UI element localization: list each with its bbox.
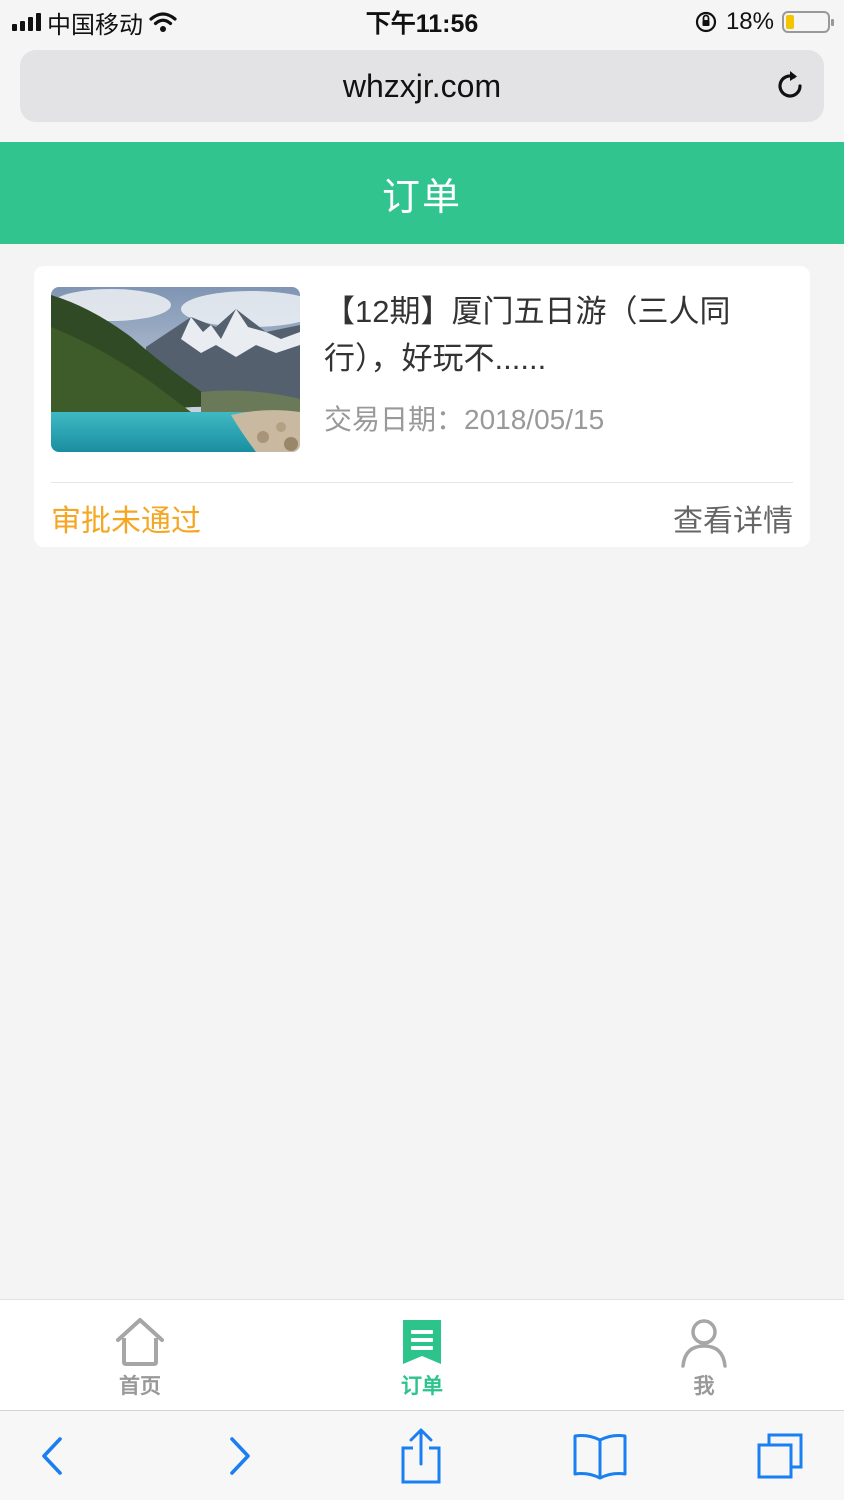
order-date: 交易日期：2018/05/15 — [324, 404, 605, 435]
browser-chrome: 中国移动 下午11:56 18% whzxjr.com — [0, 0, 844, 142]
bookmarks-icon — [573, 1434, 627, 1480]
tab-home[interactable]: 首页 — [40, 1300, 240, 1411]
back-icon — [42, 1437, 62, 1475]
tab-me-label: 我 — [693, 1375, 715, 1398]
page-title: 订单 — [381, 176, 462, 219]
view-details-link[interactable]: 查看详情 — [673, 496, 793, 540]
tabs-button[interactable] — [735, 1411, 825, 1500]
user-icon — [681, 1319, 727, 1368]
order-title[interactable]: 【12期】厦门五日游（三人同行），好玩不...... — [324, 288, 784, 382]
tabs-icon — [757, 1433, 803, 1479]
page-header: 订单 — [0, 142, 844, 244]
status-right: 18% — [694, 6, 834, 38]
back-button[interactable] — [8, 1411, 98, 1500]
bookmarks-button[interactable] — [555, 1411, 645, 1500]
tab-orders[interactable]: 订单 — [322, 1300, 522, 1411]
forward-button[interactable] — [194, 1411, 284, 1500]
card-divider — [51, 482, 793, 483]
share-icon — [401, 1428, 441, 1484]
battery-icon — [782, 11, 834, 33]
page: 中国移动 下午11:56 18% whzxjr.com 订单 【12期】厦门五日… — [0, 0, 844, 1500]
orientation-lock-icon — [695, 11, 717, 33]
tab-orders-label: 订单 — [401, 1375, 443, 1398]
tab-home-label: 首页 — [119, 1375, 161, 1398]
order-status-badge: 审批未通过 — [51, 505, 201, 538]
browser-toolbar — [0, 1410, 844, 1500]
home-icon — [116, 1318, 164, 1366]
bookmark-list-icon — [403, 1320, 441, 1364]
forward-icon — [230, 1437, 250, 1475]
reload-icon[interactable] — [772, 68, 808, 104]
battery-percent: 18% — [725, 8, 774, 35]
tab-bar: 首页 订单 我 — [0, 1299, 844, 1410]
tab-me[interactable]: 我 — [604, 1300, 804, 1411]
share-button[interactable] — [376, 1411, 466, 1500]
order-card[interactable]: 【12期】厦门五日游（三人同行），好玩不...... 交易日期：2018/05/… — [34, 266, 810, 547]
order-thumbnail[interactable] — [51, 287, 300, 452]
url-text: whzxjr.com — [342, 67, 502, 104]
address-bar[interactable]: whzxjr.com — [20, 50, 824, 122]
mountain-lake-photo — [51, 287, 300, 452]
